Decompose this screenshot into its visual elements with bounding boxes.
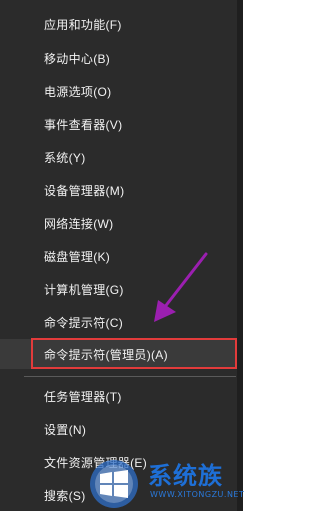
menu-item-power-options[interactable]: 电源选项(O) (0, 76, 236, 106)
pointer-arrow-icon (154, 252, 208, 322)
watermark-url-text: WWW.XITONGZU.NET (150, 490, 245, 499)
menu-item-settings[interactable]: 设置(N) (0, 414, 236, 444)
watermark-brand-text: 系统族 (148, 462, 223, 490)
menu-item-event-viewer[interactable]: 事件查看器(V) (0, 109, 236, 139)
menu-item-network-connections[interactable]: 网络连接(W) (0, 208, 236, 238)
menu-item-device-manager[interactable]: 设备管理器(M) (0, 175, 236, 205)
menu-edge (237, 0, 243, 511)
menu-item-command-prompt-admin[interactable]: 命令提示符(管理员)(A) (0, 339, 236, 369)
menu-separator (24, 376, 236, 377)
menu-item-task-manager[interactable]: 任务管理器(T) (0, 381, 236, 411)
menu-item-mobility-center[interactable]: 移动中心(B) (0, 43, 236, 73)
menu-item-system[interactable]: 系统(Y) (0, 142, 236, 172)
menu-item-apps-features[interactable]: 应用和功能(F) (0, 9, 236, 39)
